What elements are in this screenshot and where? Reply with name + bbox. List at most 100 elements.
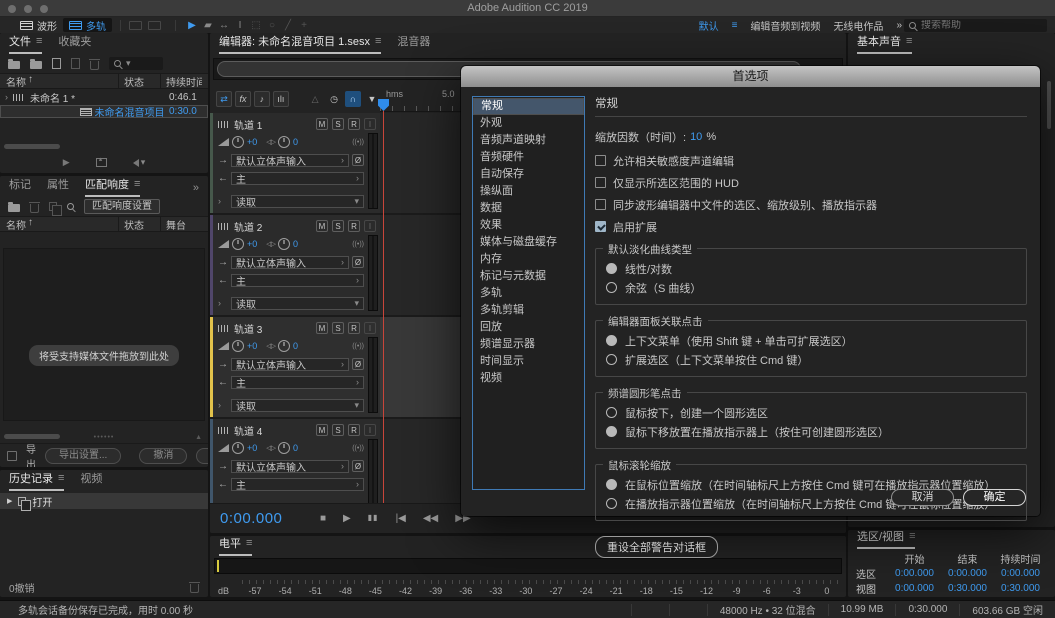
duplicate-icon[interactable] [49,202,57,211]
column-status[interactable]: 状态 [118,217,160,232]
open-file-icon[interactable] [8,61,20,69]
volume-knob[interactable] [232,238,244,250]
workspace-item[interactable]: 无线电作品 [833,18,883,33]
ok-button[interactable]: 确定 [963,489,1026,506]
view-end[interactable]: 0:30.000 [941,583,994,594]
mute-button[interactable]: M [316,424,328,436]
arm-record-button[interactable]: R [348,220,360,232]
search-input[interactable] [921,20,1053,31]
export-settings-button[interactable]: 导出设置... [45,448,121,464]
import-file-icon[interactable] [30,61,42,69]
pref-category-video[interactable]: 视频 [473,370,584,387]
history-row[interactable]: ▶ 打开 [0,493,208,509]
spectral-pitch-icon[interactable] [148,21,161,30]
checkbox[interactable] [595,155,606,166]
radio-row[interactable]: 扩展选区（上下文菜单按住 Cmd 键） [606,350,1016,369]
pref-category-data[interactable]: 数据 [473,200,584,217]
undo-button[interactable]: 撤消 [139,448,187,464]
checkbox[interactable] [595,177,606,188]
radio-row[interactable]: 余弦（S 曲线） [606,278,1016,297]
move-tool[interactable]: ▶ [184,20,200,31]
solo-button[interactable]: S [332,220,344,232]
volume-knob[interactable] [232,442,244,454]
track-name[interactable]: 轨道 3 [234,321,312,336]
play-button[interactable]: ▶ [343,513,351,524]
checkbox-row[interactable]: 仅显示所选区范围的 HUD [595,176,1027,189]
track-input-select[interactable]: 默认立体声输入› [231,154,349,167]
selection-start[interactable]: 0:00.000 [888,568,941,579]
checkbox-row[interactable]: 启用扩展 [595,220,1027,233]
volume-value[interactable]: +0 [247,443,257,453]
pref-category-multitrack-clips[interactable]: 多轨剪辑 [473,302,584,319]
radio-row[interactable]: 上下文菜单（使用 Shift 键 + 单击可扩展选区） [606,331,1016,350]
tab-video[interactable]: 视频 [80,470,102,491]
file-row[interactable]: › 未命名 1 * 0:46.1 [0,89,208,105]
pref-category-audio-hardware[interactable]: 音频硬件 [473,149,584,166]
pan-knob[interactable] [278,136,290,148]
radio[interactable] [606,282,617,293]
pref-category-control-surface[interactable]: 操纵面 [473,183,584,200]
track-header[interactable]: 轨道 2 M S R I +0 ◁▷ 0 ((•)) [210,215,380,315]
snap-magnet-icon[interactable]: ∩ [345,91,361,107]
export-checkbox[interactable] [7,451,17,461]
tab-essential-sound[interactable]: 基本声音 ≡ [857,33,912,54]
titlebar[interactable]: Adobe Audition CC 2019 [0,0,1055,17]
radio-selected[interactable] [606,479,617,490]
expander-icon[interactable]: › [5,92,8,102]
track-output-select[interactable]: 主› [231,376,364,389]
run-button[interactable]: 运行 [196,448,208,464]
workspace-overflow-icon[interactable]: » [896,20,902,31]
radio[interactable] [606,407,617,418]
volume-value[interactable]: +0 [247,239,257,249]
checkbox-row[interactable]: 允许相关敏感度声道编辑 [595,154,1027,167]
input-monitor-button[interactable]: I [364,118,376,130]
files-search-box[interactable]: ▾ [109,57,163,70]
pan-value[interactable]: 0 [293,341,298,351]
column-stage[interactable]: 舞台 [160,217,202,232]
dialog-titlebar[interactable]: 首选项 [461,66,1040,87]
loudness-column-header[interactable]: 名称↑ 状态 舞台 [0,217,208,232]
column-name[interactable]: 名称 [6,74,26,89]
mute-button[interactable]: M [316,322,328,334]
rewind-button[interactable]: ◀◀ [423,513,438,524]
stop-button[interactable]: ■ [320,513,326,524]
panel-menu-icon[interactable]: ≡ [134,178,140,190]
radio[interactable] [606,498,617,509]
checkbox-row[interactable]: 同步波形编辑器中文件的选区、缩放级别、播放指示器 [595,198,1027,211]
loudness-scan-icon[interactable] [67,203,74,210]
spot-healing-tool[interactable]: + [296,20,312,31]
automation-mode-select[interactable]: 读取▾ [231,195,364,208]
pref-category-general[interactable]: 常规 [473,98,584,115]
track-output-select[interactable]: 主› [231,274,364,287]
workspace-menu-icon[interactable]: ≡ [732,20,738,31]
add-marker-icon[interactable]: ▼ [364,91,380,107]
pan-value[interactable]: 0 [293,443,298,453]
panel-menu-icon[interactable]: ≡ [375,35,381,47]
radio-selected[interactable] [606,426,617,437]
effects-rack-icon[interactable]: fx [235,91,251,107]
tab-editor[interactable]: 编辑器: 未命名混音项目 1.sesx ≡ [219,33,381,54]
spectral-frequency-icon[interactable] [129,21,142,30]
phase-button[interactable]: Ø [352,358,364,370]
pref-category-channel-mapping[interactable]: 音频声道映射 [473,132,584,149]
input-monitor-button[interactable]: I [364,424,376,436]
tab-markers[interactable]: 标记 [9,176,31,197]
file-row[interactable]: 未命名混音项目 1.sesx 0:30.0 [0,105,208,118]
pause-button[interactable]: ▮▮ [368,513,379,524]
remove-files-icon[interactable] [30,204,39,213]
tab-mixer[interactable]: 混音器 [397,33,430,54]
mute-button[interactable]: M [316,220,328,232]
tab-properties[interactable]: 属性 [47,176,69,197]
horizontal-scrollbar[interactable] [4,434,60,439]
tab-overflow-icon[interactable]: » [193,182,199,197]
close-window-button[interactable] [8,5,16,13]
panel-menu-icon[interactable]: ≡ [906,35,912,47]
pref-category-markers-metadata[interactable]: 标记与元数据 [473,268,584,285]
volume-knob[interactable] [232,136,244,148]
expander-icon[interactable]: › [218,400,228,410]
loudness-drop-area[interactable]: 将受支持媒体文件拖放到此处 [3,248,205,421]
clear-history-icon[interactable] [190,584,199,593]
pref-category-time-display[interactable]: 时间显示 [473,353,584,370]
pref-category-auto-save[interactable]: 自动保存 [473,166,584,183]
tab-files[interactable]: 文件 ≡ [9,33,42,54]
